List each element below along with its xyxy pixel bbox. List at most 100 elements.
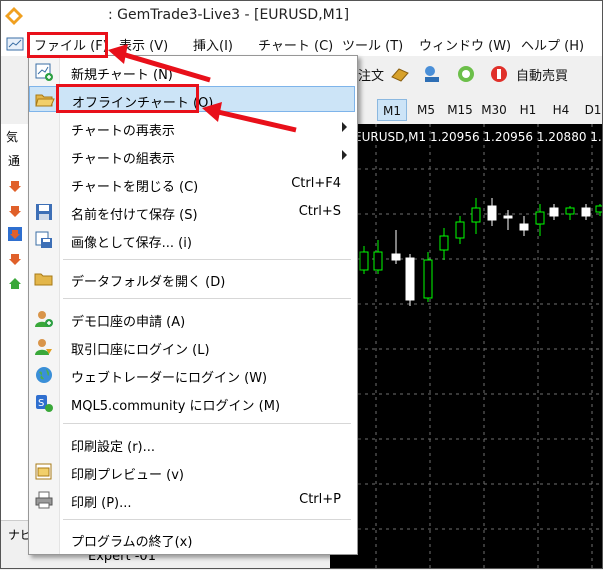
folder-icon <box>34 273 53 286</box>
candle-body <box>455 221 465 239</box>
down-arrow-icon <box>9 206 21 217</box>
menu-item-label: プログラムの終了(x) <box>71 535 193 550</box>
down-arrow-icon <box>8 227 22 241</box>
menu-item-shortcut: Ctrl+P <box>299 492 341 507</box>
menu-item-label: データフォルダを開く (D) <box>71 275 226 290</box>
candle-body <box>565 207 575 215</box>
title-bar: : GemTrade3-Live3 - [EURUSD,M1] <box>0 0 603 32</box>
submenu-arrow-icon <box>342 122 347 132</box>
timeframe-m5[interactable]: M5 <box>411 99 441 121</box>
window-title: : GemTrade3-Live3 - [EURUSD,M1] <box>108 7 350 23</box>
chart-window-icon[interactable] <box>6 35 24 53</box>
menu-item-label: チャートの組表示 <box>71 152 175 167</box>
auto-trading-icon[interactable] <box>488 63 510 85</box>
menu-item-label: 印刷設定 (r)... <box>71 440 156 455</box>
menu-window[interactable]: ウィンドウ (W) <box>419 35 511 54</box>
menu-item-chart-profiles[interactable]: チャートの組表示 <box>29 143 355 169</box>
submenu-arrow-icon <box>342 150 347 160</box>
menu-item-refresh-chart[interactable]: チャートの再表示 <box>29 115 355 141</box>
gold-bar-icon[interactable] <box>389 63 411 85</box>
candle-body <box>423 259 433 299</box>
candle-body <box>359 251 369 271</box>
down-arrow-icon <box>9 181 21 192</box>
candle-body <box>391 253 401 261</box>
market-watch-icon[interactable] <box>421 63 443 85</box>
panel-tab[interactable]: 通 <box>8 152 20 169</box>
globe-icon <box>36 367 52 383</box>
menu-item-shortcut: Ctrl+S <box>298 204 341 219</box>
candle-body <box>519 223 529 231</box>
menu-item-label: 名前を付けて保存 (S) <box>71 208 198 223</box>
menu-help[interactable]: ヘルプ (H) <box>521 35 584 54</box>
timeframe-m15[interactable]: M15 <box>445 99 475 121</box>
menu-separator <box>63 298 351 299</box>
menu-item-close-chart[interactable]: チャートを閉じる (C) Ctrl+F4 <box>29 171 355 197</box>
candlestick-chart <box>330 124 603 569</box>
app-logo-icon <box>5 7 23 25</box>
menu-item-label: 画像として保存... (i) <box>71 236 192 251</box>
menu-item-save-as[interactable]: 名前を付けて保存 (S) Ctrl+S <box>29 199 355 225</box>
menu-item-save-as-image[interactable]: 画像として保存... (i) <box>29 227 355 253</box>
menu-separator <box>63 259 351 260</box>
timeframe-m1[interactable]: M1 <box>377 99 407 121</box>
menu-item-print-preview[interactable]: 印刷プレビュー (v) <box>29 459 355 485</box>
user-login-icon <box>35 339 52 355</box>
folder-open-icon <box>35 94 55 107</box>
candle-body <box>439 235 449 251</box>
menu-tools[interactable]: ツール (T) <box>342 35 403 54</box>
menu-item-label: MQL5.community にログイン (M) <box>71 399 281 414</box>
menu-chart[interactable]: チャート (C) <box>258 35 333 54</box>
menu-item-open-data-folder[interactable]: データフォルダを開く (D) <box>29 266 355 292</box>
candle-body <box>595 205 603 213</box>
timeframe-d1[interactable]: D1 <box>578 99 603 121</box>
candle-body <box>581 207 591 217</box>
signal-icon[interactable] <box>455 63 477 85</box>
menu-item-open-demo-account[interactable]: デモ口座の申請 (A) <box>29 306 355 332</box>
menu-item-label: ウェブトレーダーにログイン (W) <box>71 371 268 386</box>
annotation-file-menu-highlight <box>27 32 108 58</box>
panel-header: 気 <box>6 130 19 144</box>
candle-body <box>535 211 545 225</box>
menu-item-label: チャートを閉じる (C) <box>71 180 199 195</box>
svg-text:S: S <box>38 398 44 409</box>
candle-body <box>503 215 513 219</box>
chart-header: EURUSD,M1 1.20956 1.20956 1.20880 1.209 <box>354 130 603 144</box>
new-chart-icon <box>35 63 53 81</box>
price-chart[interactable]: EURUSD,M1 1.20956 1.20956 1.20880 1.209 <box>330 124 603 569</box>
user-add-icon <box>35 311 53 327</box>
menu-item-label: チャートの再表示 <box>71 124 175 139</box>
menu-item-label: 取引口座にログイン (L) <box>71 343 210 358</box>
menu-item-login-webtrader[interactable]: ウェブトレーダーにログイン (W) <box>29 362 355 388</box>
new-order-button[interactable]: 注文 <box>358 65 384 84</box>
menu-item-label: 印刷 (P)... <box>71 496 132 511</box>
up-arrow-icon <box>9 278 21 289</box>
candle-body <box>373 251 383 271</box>
mql5-icon: S <box>36 395 53 412</box>
save-image-icon <box>35 231 52 248</box>
annotation-arrow-icon <box>202 102 297 133</box>
annotation-arrow-icon <box>108 44 211 83</box>
auto-trading-label[interactable]: 自動売買 <box>516 65 568 84</box>
menu-item-label: デモ口座の申請 (A) <box>71 315 186 330</box>
timeframe-m30[interactable]: M30 <box>479 99 509 121</box>
menu-item-exit[interactable]: プログラムの終了(x) <box>29 526 355 552</box>
menu-item-login-trade-account[interactable]: 取引口座にログイン (L) <box>29 334 355 360</box>
candle-body <box>405 257 415 301</box>
menu-item-print-setup[interactable]: 印刷設定 (r)... <box>29 431 355 457</box>
down-arrow-icon <box>9 254 21 265</box>
menu-separator <box>63 519 351 520</box>
file-menu-dropdown: 新規チャート (N) オフラインチャート (O) チャートの再表示 チャートの組… <box>28 55 358 555</box>
candle-body <box>471 207 481 223</box>
menu-item-login-mql5[interactable]: S MQL5.community にログイン (M) <box>29 390 355 416</box>
timeframe-h4[interactable]: H4 <box>546 99 576 121</box>
printer-icon <box>35 491 53 509</box>
candle-body <box>487 205 497 221</box>
menu-item-shortcut: Ctrl+F4 <box>291 176 341 191</box>
print-preview-icon <box>35 463 52 480</box>
candle-body <box>549 207 559 217</box>
save-icon <box>36 204 52 220</box>
menu-separator <box>63 423 351 424</box>
menu-item-label: 印刷プレビュー (v) <box>71 468 184 483</box>
timeframe-h1[interactable]: H1 <box>513 99 543 121</box>
menu-item-print[interactable]: 印刷 (P)... Ctrl+P <box>29 487 355 513</box>
